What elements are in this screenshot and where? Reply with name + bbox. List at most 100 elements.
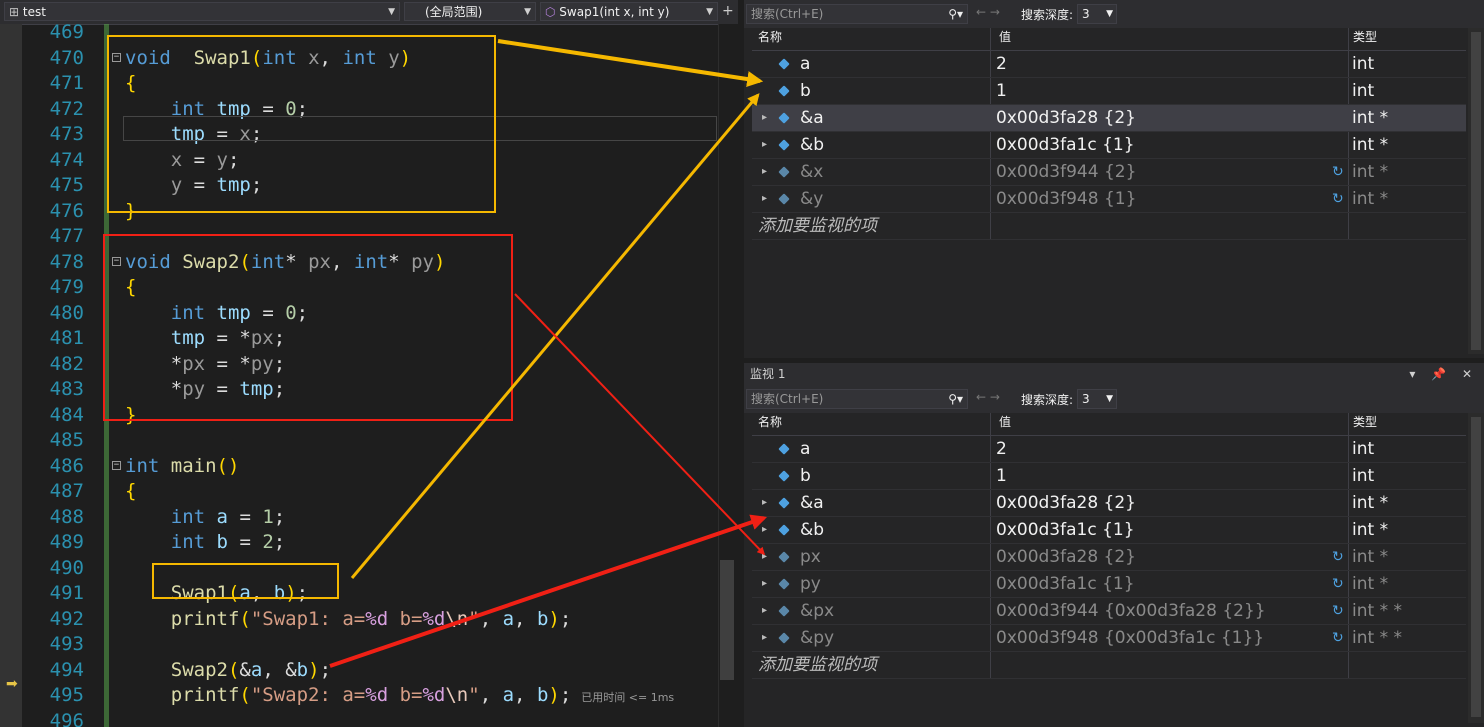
watch-value[interactable]: 0x00d3fa1c {1} <box>996 517 1135 543</box>
watch-name[interactable]: &py <box>800 625 834 651</box>
code-line[interactable]: 479 { <box>0 275 720 301</box>
collapse-icon[interactable]: − <box>112 460 121 470</box>
watch-row[interactable]: ▸ &px 0x00d3f944 {0x00d3fa28 {2}} ↻ int * * <box>752 598 1466 625</box>
watch-name[interactable]: b <box>800 78 811 104</box>
watch-name[interactable]: &y <box>800 186 823 212</box>
watch-name[interactable]: b <box>800 463 811 489</box>
watch-value[interactable]: 0x00d3fa28 {2} <box>996 105 1136 131</box>
refresh-icon[interactable]: ↻ <box>1332 571 1344 597</box>
code-line[interactable]: 490 <box>0 556 720 582</box>
watch-name[interactable]: py <box>800 571 821 597</box>
watch-row[interactable]: ▸ &b 0x00d3fa1c {1} int * <box>752 132 1466 159</box>
watch-row[interactable]: a 2 int <box>752 51 1466 78</box>
code-line[interactable]: 480 int tmp = 0; <box>0 301 720 327</box>
code-line[interactable]: 477 <box>0 224 720 250</box>
add-watch-item[interactable]: 添加要监视的项 <box>752 652 1466 679</box>
search-input[interactable]: 搜索(Ctrl+E) ⚲▾ <box>746 389 968 409</box>
watch-scrollbar-thumb[interactable] <box>1471 417 1481 717</box>
code-editor[interactable]: ⊞ test ▼ (全局范围) ▼ ⬡ Swap1(int x, int y) … <box>0 0 738 727</box>
refresh-icon[interactable]: ↻ <box>1332 186 1344 212</box>
code-line[interactable]: 487 { <box>0 479 720 505</box>
code-line[interactable]: 482 *px = *py; <box>0 352 720 378</box>
watch-value[interactable]: 0x00d3fa1c {1} <box>996 132 1135 158</box>
scope-dropdown[interactable]: (全局范围) ▼ <box>404 2 536 21</box>
refresh-icon[interactable]: ↻ <box>1332 625 1344 651</box>
search-icon[interactable]: ⚲▾ <box>948 5 963 23</box>
code-line[interactable]: 494 Swap2(&a, &b); <box>0 658 720 684</box>
watch-value[interactable]: 0x00d3f948 {1} <box>996 186 1136 212</box>
code-line[interactable]: 488 int a = 1; <box>0 505 720 531</box>
code-line[interactable]: 485 <box>0 428 720 454</box>
expand-arrow-icon[interactable]: ▸ <box>762 132 767 158</box>
header-value[interactable]: 值 <box>999 28 1011 45</box>
code-line[interactable]: 470− void Swap1(int x, int y) <box>0 46 720 72</box>
header-name[interactable]: 名称 <box>758 28 782 45</box>
code-line[interactable]: 495 printf("Swap2: a=%d b=%d\n", a, b); 已… <box>0 683 720 709</box>
watch-name[interactable]: a <box>800 436 810 462</box>
watch-name[interactable]: &a <box>800 490 824 516</box>
watch-row[interactable]: ▸ &y 0x00d3f948 {1} ↻ int * <box>752 186 1466 213</box>
project-dropdown[interactable]: ⊞ test ▼ <box>4 2 400 21</box>
search-input[interactable]: 搜索(Ctrl+E) ⚲▾ <box>746 4 968 24</box>
refresh-icon[interactable]: ↻ <box>1332 598 1344 624</box>
watch-row[interactable]: ▸ &a 0x00d3fa28 {2} int * <box>752 490 1466 517</box>
expand-arrow-icon[interactable]: ▸ <box>762 186 767 212</box>
code-line[interactable]: 484} <box>0 403 720 429</box>
code-line[interactable]: 496 <box>0 709 720 727</box>
watch-value[interactable]: 0x00d3fa28 {2} <box>996 490 1136 516</box>
nav-arrows-icon[interactable]: ← → <box>976 390 1000 404</box>
header-type[interactable]: 类型 <box>1353 413 1377 430</box>
refresh-icon[interactable]: ↻ <box>1332 159 1344 185</box>
watch-value[interactable]: 2 <box>996 51 1007 77</box>
code-line[interactable]: 493 <box>0 632 720 658</box>
watch-row[interactable]: ▸ &py 0x00d3f948 {0x00d3fa1c {1}} ↻ int * * <box>752 625 1466 652</box>
expand-arrow-icon[interactable]: ▸ <box>762 571 767 597</box>
watch-row[interactable]: ▸ &b 0x00d3fa1c {1} int * <box>752 517 1466 544</box>
watch-name[interactable]: &b <box>800 517 824 543</box>
collapse-icon[interactable]: − <box>112 52 121 62</box>
watch-row[interactable]: ▸ &x 0x00d3f944 {2} ↻ int * <box>752 159 1466 186</box>
collapse-icon[interactable]: − <box>112 256 121 266</box>
code-line[interactable]: 476} <box>0 199 720 225</box>
code-line[interactable]: 491 Swap1(a, b); <box>0 581 720 607</box>
search-depth-select[interactable]: 3 ▼ <box>1077 4 1117 24</box>
watch-value[interactable]: 0x00d3f948 {0x00d3fa1c {1}} <box>996 625 1264 651</box>
code-line[interactable]: 486 − int main() <box>0 454 720 480</box>
add-watch-item[interactable]: 添加要监视的项 <box>752 213 1466 240</box>
code-line[interactable]: 483 *py = tmp; <box>0 377 720 403</box>
watch-name[interactable]: px <box>800 544 821 570</box>
watch-row[interactable]: b 1 int <box>752 78 1466 105</box>
code-line[interactable]: 474 x = y; <box>0 148 720 174</box>
watch-value[interactable]: 0x00d3fa1c {1} <box>996 571 1135 597</box>
watch-name[interactable]: a <box>800 51 810 77</box>
header-name[interactable]: 名称 <box>758 413 782 430</box>
expand-arrow-icon[interactable]: ▸ <box>762 517 767 543</box>
search-depth-select[interactable]: 3 ▼ <box>1077 389 1117 409</box>
code-line[interactable]: 469 <box>0 20 720 46</box>
expand-arrow-icon[interactable]: ▸ <box>762 159 767 185</box>
expand-arrow-icon[interactable]: ▸ <box>762 625 767 651</box>
watch-value[interactable]: 1 <box>996 78 1007 104</box>
watch-name[interactable]: &b <box>800 132 824 158</box>
code-line[interactable]: 471 { <box>0 71 720 97</box>
expand-arrow-icon[interactable]: ▸ <box>762 490 767 516</box>
watch-row[interactable]: a 2 int <box>752 436 1466 463</box>
header-type[interactable]: 类型 <box>1353 28 1377 45</box>
split-window-icon[interactable]: + <box>722 3 734 19</box>
watch-value[interactable]: 0x00d3fa28 {2} <box>996 544 1136 570</box>
code-line[interactable]: 478− void Swap2(int* px, int* py) <box>0 250 720 276</box>
watch-row[interactable]: ▸ py 0x00d3fa1c {1} ↻ int * <box>752 571 1466 598</box>
expand-arrow-icon[interactable]: ▸ <box>762 544 767 570</box>
watch-name[interactable]: &x <box>800 159 823 185</box>
watch-row[interactable]: ▸ &a 0x00d3fa28 {2} int * <box>752 105 1466 132</box>
watch-value[interactable]: 1 <box>996 463 1007 489</box>
watch-value[interactable]: 2 <box>996 436 1007 462</box>
function-dropdown[interactable]: ⬡ Swap1(int x, int y) ▼ <box>540 2 718 21</box>
header-value[interactable]: 值 <box>999 413 1011 430</box>
editor-scrollbar-thumb[interactable] <box>720 560 734 680</box>
expand-arrow-icon[interactable]: ▸ <box>762 598 767 624</box>
code-line[interactable]: 481 tmp = *px; <box>0 326 720 352</box>
code-line[interactable]: 489 int b = 2; <box>0 530 720 556</box>
watch-value[interactable]: 0x00d3f944 {0x00d3fa28 {2}} <box>996 598 1266 624</box>
watch-scrollbar-thumb[interactable] <box>1471 32 1481 350</box>
